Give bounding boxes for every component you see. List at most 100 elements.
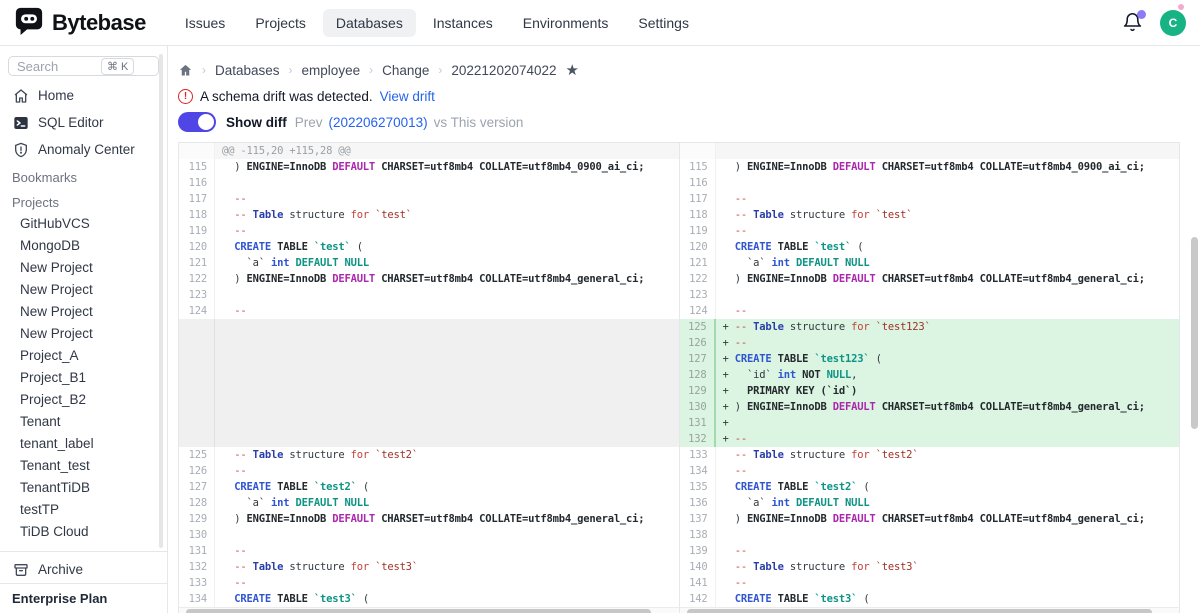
bytebase-logo[interactable]: Bytebase	[14, 5, 146, 40]
sidebar-projects-list: GitHubVCSMongoDBNew ProjectNew ProjectNe…	[0, 213, 167, 543]
plan-badge[interactable]: Enterprise Plan	[0, 583, 167, 613]
page-scrollbar-thumb[interactable]	[1191, 237, 1198, 429]
sidebar-project-item[interactable]: New Project	[0, 301, 167, 323]
version-compare-suffix: vs This version	[434, 115, 524, 130]
sidebar-project-item[interactable]: New Project	[0, 323, 167, 345]
sidebar-project-item[interactable]: Project_A	[0, 345, 167, 367]
breadcrumb-item[interactable]: Databases	[215, 63, 280, 78]
sidebar-project-item[interactable]: TenantTiDB	[0, 477, 167, 499]
top-nav-links: IssuesProjectsDatabasesInstancesEnvironm…	[172, 9, 1122, 37]
horizontal-scrollbar[interactable]	[680, 607, 1180, 613]
diff-row: 141 --	[680, 575, 1180, 591]
search-input[interactable]	[17, 59, 101, 74]
diff-row: 125 -- Table structure for `test2`	[179, 447, 679, 463]
horizontal-scrollbar[interactable]	[179, 607, 679, 613]
sidebar-item-sql-editor[interactable]: SQL Editor	[0, 109, 167, 136]
nav-item-instances[interactable]: Instances	[420, 9, 506, 37]
sidebar-project-item[interactable]: testTP	[0, 499, 167, 521]
diff-row: 140 -- Table structure for `test3`	[680, 559, 1180, 575]
sidebar-item-archive[interactable]: Archive	[0, 556, 167, 583]
diff-row: 131 --	[179, 543, 679, 559]
diff-row: 126 --	[179, 463, 679, 479]
diff-row: 129 ) ENGINE=InnoDB DEFAULT CHARSET=utf8…	[179, 511, 679, 527]
alert-text: A schema drift was detected.	[200, 89, 373, 104]
avatar-status-dot	[1178, 4, 1184, 10]
sidebar-project-item[interactable]: Tenant_test	[0, 455, 167, 477]
diff-row: 123	[680, 287, 1180, 303]
show-diff-toggle[interactable]	[178, 112, 216, 132]
diff-gap-placeholder	[179, 319, 679, 447]
diff-row: 119 --	[179, 223, 679, 239]
diff-row: 137 ) ENGINE=InnoDB DEFAULT CHARSET=utf8…	[680, 511, 1180, 527]
horizontal-scrollbar-thumb[interactable]	[186, 609, 651, 613]
schema-diff-viewer: @@ -115,20 +115,28 @@115 ) ENGINE=InnoDB…	[178, 142, 1180, 613]
breadcrumb-separator: ›	[438, 63, 442, 77]
sidebar-item-label: Home	[38, 88, 74, 103]
nav-item-projects[interactable]: Projects	[242, 9, 319, 37]
sidebar-project-item[interactable]: tenant_label	[0, 433, 167, 455]
sidebar-item-label: Archive	[38, 562, 83, 577]
diff-row: 116	[680, 175, 1180, 191]
notifications-bell-icon[interactable]	[1122, 12, 1144, 34]
sidebar-project-item[interactable]: MongoDB	[0, 235, 167, 257]
prev-version-link[interactable]: (202206270013)	[329, 115, 428, 130]
diff-row: 119 --	[680, 223, 1180, 239]
diff-row: 117 --	[680, 191, 1180, 207]
favorite-star-icon[interactable]: ★	[566, 63, 579, 78]
diff-row: 118 -- Table structure for `test`	[680, 207, 1180, 223]
nav-item-environments[interactable]: Environments	[510, 9, 622, 37]
breadcrumb-item[interactable]: Change	[382, 63, 429, 78]
terminal-icon	[12, 114, 29, 131]
diff-row: 129+ PRIMARY KEY (`id`)	[680, 383, 1180, 399]
diff-row: 120 CREATE TABLE `test` (	[179, 239, 679, 255]
nav-item-databases[interactable]: Databases	[323, 9, 416, 37]
diff-row: 121 `a` int DEFAULT NULL	[680, 255, 1180, 271]
diff-row: 128+ `id` int NOT NULL,	[680, 367, 1180, 383]
sidebar-project-item[interactable]: TiDB Cloud	[0, 521, 167, 543]
breadcrumb: ›Databases›employee›Change›2022120207402…	[178, 60, 1180, 80]
sidebar-section-bookmarks[interactable]: Bookmarks	[0, 163, 167, 188]
notification-dot	[1137, 10, 1146, 19]
breadcrumb-item[interactable]: employee	[302, 63, 361, 78]
sidebar-project-item[interactable]: GitHubVCS	[0, 213, 167, 235]
sidebar-section-projects[interactable]: Projects	[0, 188, 167, 213]
avatar-initial: C	[1169, 16, 1178, 30]
diff-row: 128 `a` int DEFAULT NULL	[179, 495, 679, 511]
diff-row: 117 --	[179, 191, 679, 207]
diff-row: 126+ --	[680, 335, 1180, 351]
diff-row: 122 ) ENGINE=InnoDB DEFAULT CHARSET=utf8…	[179, 271, 679, 287]
user-avatar[interactable]: C	[1160, 10, 1186, 36]
sidebar-project-item[interactable]: Tenant	[0, 411, 167, 433]
view-drift-link[interactable]: View drift	[380, 89, 435, 104]
sidebar-divider	[0, 551, 167, 552]
sidebar-scrollbar[interactable]	[159, 54, 163, 548]
horizontal-scrollbar-thumb[interactable]	[687, 609, 1152, 613]
toggle-knob	[198, 114, 214, 130]
diff-pane-old: @@ -115,20 +115,28 @@115 ) ENGINE=InnoDB…	[179, 143, 680, 613]
sidebar-project-item[interactable]: New Project	[0, 279, 167, 301]
nav-item-issues[interactable]: Issues	[172, 9, 238, 37]
search-shortcut-badge: ⌘ K	[101, 58, 134, 75]
diff-row: 118 -- Table structure for `test`	[179, 207, 679, 223]
diff-row: 139 --	[680, 543, 1180, 559]
diff-row: 132 -- Table structure for `test3`	[179, 559, 679, 575]
sidebar-item-anomaly-center[interactable]: Anomaly Center	[0, 136, 167, 163]
diff-row: 115 ) ENGINE=InnoDB DEFAULT CHARSET=utf8…	[680, 159, 1180, 175]
breadcrumb-item[interactable]: 20221202074022	[451, 63, 556, 78]
breadcrumb-separator: ›	[202, 63, 206, 77]
diff-row: 138	[680, 527, 1180, 543]
diff-row: 130+ ) ENGINE=InnoDB DEFAULT CHARSET=utf…	[680, 399, 1180, 415]
sidebar: ⌘ K Home SQL Editor	[0, 46, 168, 613]
search-box[interactable]: ⌘ K	[8, 56, 159, 76]
sidebar-project-item[interactable]: New Project	[0, 257, 167, 279]
diff-row: 134 --	[680, 463, 1180, 479]
sidebar-project-item[interactable]: Project_B2	[0, 389, 167, 411]
sidebar-item-home[interactable]: Home	[0, 82, 167, 109]
diff-row: 134 CREATE TABLE `test3` (	[179, 591, 679, 607]
diff-row: 123	[179, 287, 679, 303]
diff-row: 132+ --	[680, 431, 1180, 447]
breadcrumb-home-icon[interactable]	[178, 63, 193, 78]
nav-item-settings[interactable]: Settings	[625, 9, 702, 37]
top-nav: Bytebase IssuesProjectsDatabasesInstance…	[0, 0, 1200, 46]
sidebar-project-item[interactable]: Project_B1	[0, 367, 167, 389]
